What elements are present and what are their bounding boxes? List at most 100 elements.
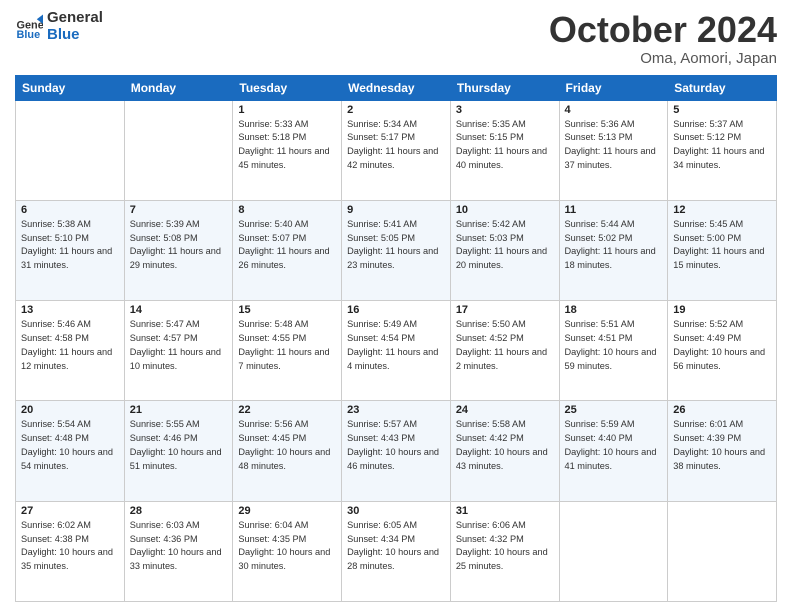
calendar-day-cell bbox=[668, 501, 777, 601]
calendar-day-cell: 10Sunrise: 5:42 AMSunset: 5:03 PMDayligh… bbox=[450, 200, 559, 300]
day-info: Sunrise: 5:47 AMSunset: 4:57 PMDaylight:… bbox=[130, 318, 228, 373]
calendar-day-cell: 9 Sunrise: 5:41 AMSunset: 5:05 PMDaylight… bbox=[342, 200, 451, 300]
calendar-day-cell: 28 Sunrise: 6:03 AMSunset: 4:36 PMDayligh… bbox=[124, 501, 233, 601]
calendar-day-cell: 29 Sunrise: 6:04 AMSunset: 4:35 PMDayligh… bbox=[233, 501, 342, 601]
calendar-day-cell: 1 Sunrise: 5:33 AMSunset: 5:18 PMDaylight… bbox=[233, 100, 342, 200]
day-number: 8 bbox=[238, 204, 336, 216]
calendar-day-cell: 16 Sunrise: 5:49 AMSunset: 4:54 PMDayligh… bbox=[342, 301, 451, 401]
calendar-day-cell: 13 Sunrise: 5:46 AMSunset: 4:58 PMDayligh… bbox=[16, 301, 125, 401]
calendar-day-cell: 24Sunrise: 5:58 AMSunset: 4:42 PMDayligh… bbox=[450, 401, 559, 501]
day-number: 17 bbox=[456, 304, 554, 316]
calendar-day-cell: 7 Sunrise: 5:39 AMSunset: 5:08 PMDaylight… bbox=[124, 200, 233, 300]
day-number: 4 bbox=[565, 104, 663, 116]
calendar-day-cell: 8 Sunrise: 5:40 AMSunset: 5:07 PMDaylight… bbox=[233, 200, 342, 300]
calendar-day-cell: 17 Sunrise: 5:50 AMSunset: 4:52 PMDayligh… bbox=[450, 301, 559, 401]
svg-text:Blue: Blue bbox=[17, 28, 41, 40]
col-saturday: Saturday bbox=[668, 75, 777, 100]
calendar-day-cell: 5Sunrise: 5:37 AMSunset: 5:12 PMDaylight… bbox=[668, 100, 777, 200]
page: General Blue General Blue October 2024 O… bbox=[0, 0, 792, 612]
day-info: Sunrise: 5:52 AMSunset: 4:49 PMDaylight:… bbox=[673, 318, 771, 373]
day-info: Sunrise: 5:35 AMSunset: 5:15 PMDaylight:… bbox=[456, 118, 554, 173]
day-info: Sunrise: 5:55 AMSunset: 4:46 PMDaylight:… bbox=[130, 418, 228, 473]
col-tuesday: Tuesday bbox=[233, 75, 342, 100]
logo-blue-text: Blue bbox=[47, 27, 103, 44]
day-number: 11 bbox=[565, 204, 663, 216]
day-number: 25 bbox=[565, 404, 663, 416]
day-number: 31 bbox=[456, 505, 554, 517]
calendar-day-cell: 4 Sunrise: 5:36 AMSunset: 5:13 PMDaylight… bbox=[559, 100, 668, 200]
calendar-day-cell: 6 Sunrise: 5:38 AMSunset: 5:10 PMDaylight… bbox=[16, 200, 125, 300]
title-block: October 2024 Oma, Aomori, Japan bbox=[549, 10, 777, 67]
day-info: Sunrise: 6:03 AMSunset: 4:36 PMDaylight:… bbox=[130, 519, 228, 574]
day-info: Sunrise: 5:58 AMSunset: 4:42 PMDaylight:… bbox=[456, 418, 554, 473]
day-number: 3 bbox=[456, 104, 554, 116]
day-number: 30 bbox=[347, 505, 445, 517]
calendar-day-cell: 26Sunrise: 6:01 AMSunset: 4:39 PMDayligh… bbox=[668, 401, 777, 501]
day-number: 23 bbox=[347, 404, 445, 416]
day-number: 9 bbox=[347, 204, 445, 216]
day-info: Sunrise: 5:41 AMSunset: 5:05 PMDaylight:… bbox=[347, 218, 445, 273]
calendar-day-cell: 25 Sunrise: 5:59 AMSunset: 4:40 PMDayligh… bbox=[559, 401, 668, 501]
day-number: 26 bbox=[673, 404, 771, 416]
day-number: 28 bbox=[130, 505, 228, 517]
day-info: Sunrise: 5:48 AMSunset: 4:55 PMDaylight:… bbox=[238, 318, 336, 373]
calendar-day-cell: 11 Sunrise: 5:44 AMSunset: 5:02 PMDayligh… bbox=[559, 200, 668, 300]
calendar-day-cell bbox=[124, 100, 233, 200]
day-info: Sunrise: 5:54 AMSunset: 4:48 PMDaylight:… bbox=[21, 418, 119, 473]
day-number: 1 bbox=[238, 104, 336, 116]
col-sunday: Sunday bbox=[16, 75, 125, 100]
calendar-day-cell: 22Sunrise: 5:56 AMSunset: 4:45 PMDayligh… bbox=[233, 401, 342, 501]
calendar-day-cell: 27Sunrise: 6:02 AMSunset: 4:38 PMDayligh… bbox=[16, 501, 125, 601]
calendar-week-row: 20 Sunrise: 5:54 AMSunset: 4:48 PMDayligh… bbox=[16, 401, 777, 501]
calendar-day-cell: 23 Sunrise: 5:57 AMSunset: 4:43 PMDayligh… bbox=[342, 401, 451, 501]
day-number: 14 bbox=[130, 304, 228, 316]
calendar-day-cell: 12 Sunrise: 5:45 AMSunset: 5:00 PMDayligh… bbox=[668, 200, 777, 300]
calendar-day-cell bbox=[559, 501, 668, 601]
header: General Blue General Blue October 2024 O… bbox=[15, 10, 777, 67]
day-number: 29 bbox=[238, 505, 336, 517]
logo: General Blue General Blue bbox=[15, 10, 103, 43]
day-info: Sunrise: 5:57 AMSunset: 4:43 PMDaylight:… bbox=[347, 418, 445, 473]
day-info: Sunrise: 5:50 AMSunset: 4:52 PMDaylight:… bbox=[456, 318, 554, 373]
day-number: 6 bbox=[21, 204, 119, 216]
day-info: Sunrise: 5:33 AMSunset: 5:18 PMDaylight:… bbox=[238, 118, 336, 173]
col-thursday: Thursday bbox=[450, 75, 559, 100]
calendar-week-row: 1 Sunrise: 5:33 AMSunset: 5:18 PMDaylight… bbox=[16, 100, 777, 200]
day-info: Sunrise: 5:36 AMSunset: 5:13 PMDaylight:… bbox=[565, 118, 663, 173]
day-number: 21 bbox=[130, 404, 228, 416]
location: Oma, Aomori, Japan bbox=[549, 50, 777, 67]
day-info: Sunrise: 5:46 AMSunset: 4:58 PMDaylight:… bbox=[21, 318, 119, 373]
day-info: Sunrise: 5:40 AMSunset: 5:07 PMDaylight:… bbox=[238, 218, 336, 273]
calendar-header-row: Sunday Monday Tuesday Wednesday Thursday… bbox=[16, 75, 777, 100]
calendar-day-cell: 31Sunrise: 6:06 AMSunset: 4:32 PMDayligh… bbox=[450, 501, 559, 601]
day-info: Sunrise: 5:49 AMSunset: 4:54 PMDaylight:… bbox=[347, 318, 445, 373]
day-number: 12 bbox=[673, 204, 771, 216]
calendar-day-cell: 2Sunrise: 5:34 AMSunset: 5:17 PMDaylight… bbox=[342, 100, 451, 200]
calendar-day-cell: 30 Sunrise: 6:05 AMSunset: 4:34 PMDayligh… bbox=[342, 501, 451, 601]
day-info: Sunrise: 5:39 AMSunset: 5:08 PMDaylight:… bbox=[130, 218, 228, 273]
day-info: Sunrise: 5:37 AMSunset: 5:12 PMDaylight:… bbox=[673, 118, 771, 173]
day-info: Sunrise: 5:59 AMSunset: 4:40 PMDaylight:… bbox=[565, 418, 663, 473]
day-info: Sunrise: 5:45 AMSunset: 5:00 PMDaylight:… bbox=[673, 218, 771, 273]
day-number: 27 bbox=[21, 505, 119, 517]
day-number: 16 bbox=[347, 304, 445, 316]
day-info: Sunrise: 5:38 AMSunset: 5:10 PMDaylight:… bbox=[21, 218, 119, 273]
day-number: 18 bbox=[565, 304, 663, 316]
day-number: 20 bbox=[21, 404, 119, 416]
calendar-week-row: 27Sunrise: 6:02 AMSunset: 4:38 PMDayligh… bbox=[16, 501, 777, 601]
day-info: Sunrise: 5:34 AMSunset: 5:17 PMDaylight:… bbox=[347, 118, 445, 173]
day-number: 7 bbox=[130, 204, 228, 216]
day-info: Sunrise: 5:44 AMSunset: 5:02 PMDaylight:… bbox=[565, 218, 663, 273]
day-info: Sunrise: 5:42 AMSunset: 5:03 PMDaylight:… bbox=[456, 218, 554, 273]
month-title: October 2024 bbox=[549, 10, 777, 50]
day-number: 19 bbox=[673, 304, 771, 316]
calendar-day-cell: 15Sunrise: 5:48 AMSunset: 4:55 PMDayligh… bbox=[233, 301, 342, 401]
calendar-day-cell: 14 Sunrise: 5:47 AMSunset: 4:57 PMDayligh… bbox=[124, 301, 233, 401]
day-number: 22 bbox=[238, 404, 336, 416]
col-wednesday: Wednesday bbox=[342, 75, 451, 100]
calendar-day-cell: 18 Sunrise: 5:51 AMSunset: 4:51 PMDayligh… bbox=[559, 301, 668, 401]
day-info: Sunrise: 5:51 AMSunset: 4:51 PMDaylight:… bbox=[565, 318, 663, 373]
day-number: 13 bbox=[21, 304, 119, 316]
day-info: Sunrise: 6:05 AMSunset: 4:34 PMDaylight:… bbox=[347, 519, 445, 574]
day-info: Sunrise: 6:04 AMSunset: 4:35 PMDaylight:… bbox=[238, 519, 336, 574]
